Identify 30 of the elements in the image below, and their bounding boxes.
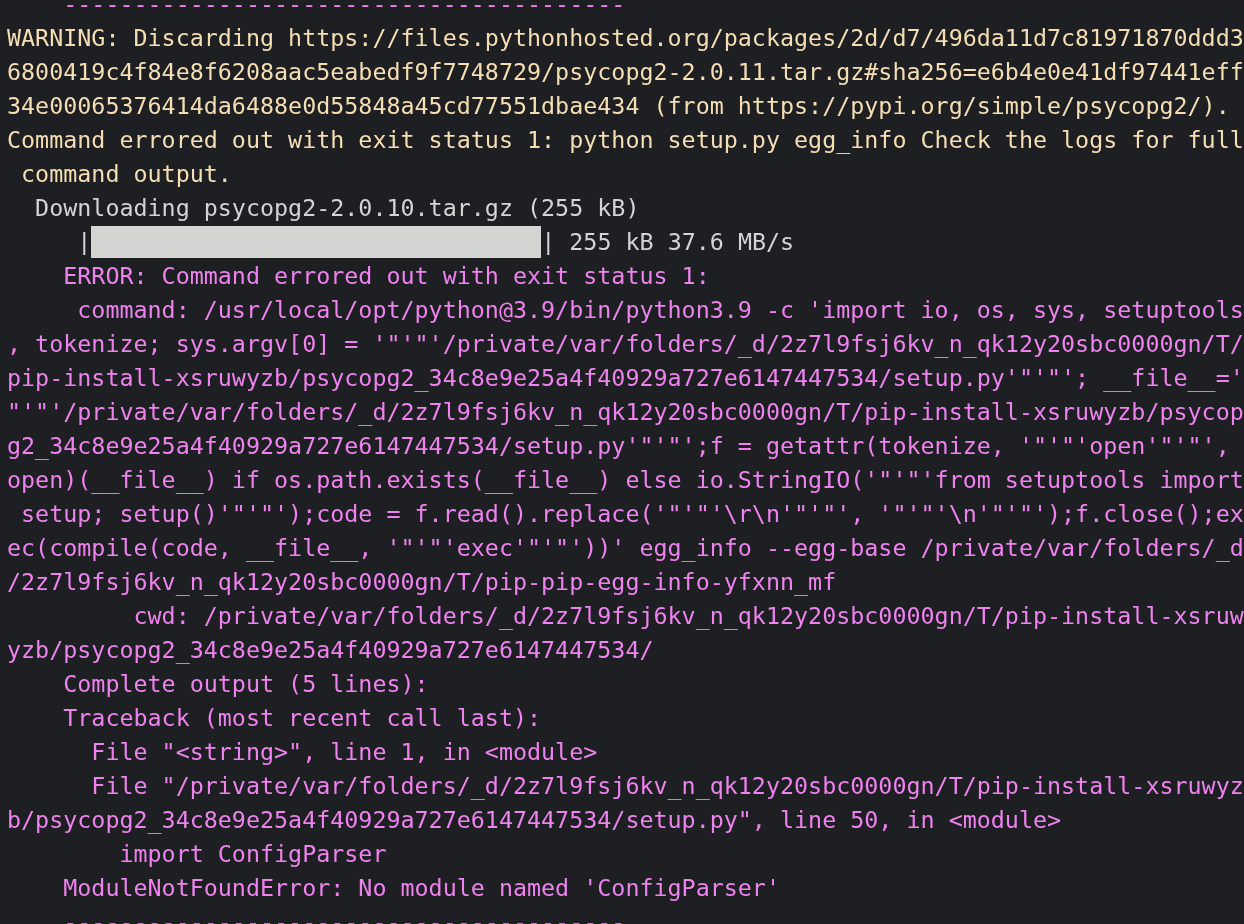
download-reading: 255 kB 37.6 MB/s <box>569 227 795 258</box>
output-line: Downloading psycopg2-2.0.10.tar.gz (255 kB) <box>34 193 640 224</box>
progress-bar-edge: | <box>541 227 556 258</box>
output-line: /2z7l9fsj6kv_n_qk12y20sbc0000gn/T/pip-pip-egg-info-yfxnn_mf <box>7 567 837 598</box>
output-line: ModuleNotFoundError: No module named 'ConfigParser' <box>62 873 780 904</box>
output-line: open)(__file__) if os.path.exists(__file__) else io.StringIO('"'"'from setuptools import <box>7 465 1244 496</box>
output-line: WARNING: Discarding https://files.pythonhosted.org/packages/2d/d7/496da11d7c81971870ddd3 <box>7 23 1244 54</box>
output-line: File "<string>", line 1, in <module> <box>90 737 598 768</box>
output-line: Complete output (5 lines): <box>62 669 429 700</box>
output-line: cwd: /private/var/folders/_d/2z7l9fsj6kv_n_qk12y20sbc0000gn/T/pip-install-xsruw <box>132 601 1244 632</box>
output-line: g2_34c8e9e25a4f40929a727e6147447534/setup.py'"'"';f = getattr(tokenize, '"'"'open'"'"', <box>7 431 1230 462</box>
output-line: File "/private/var/folders/_d/2z7l9fsj6kv_n_qk12y20sbc0000gn/T/pip-install-xsruwyz <box>90 771 1244 802</box>
output-line: , tokenize; sys.argv[0] = '"'"'/private/var/folders/_d/2z7l9fsj6kv_n_qk12y20sbc0000gn/T/ <box>7 329 1244 360</box>
output-line: yzb/psycopg2_34c8e9e25a4f40929a727e6147447534/ <box>7 635 654 666</box>
output-line: ---------------------------------------- <box>62 907 626 924</box>
output-line: Traceback (most recent call last): <box>62 703 542 734</box>
output-line: command: /usr/local/opt/python@3.9/bin/python3.9 -c 'import io, os, sys, setuptools <box>76 295 1244 326</box>
output-line: ---------------------------------------- <box>62 0 626 20</box>
output-line: pip-install-xsruwyzb/psycopg2_34c8e9e25a4f40929a727e6147447534/setup.py'"'"'; __file__=' <box>7 363 1244 394</box>
output-line: "'"'/private/var/folders/_d/2z7l9fsj6kv_n_qk12y20sbc0000gn/T/pip-install-xsruwyzb/psycop <box>7 397 1244 428</box>
output-line: command output. <box>20 159 232 190</box>
output-line: 6800419c4f84e8f6208aac5eabedf9f7748729/psycopg2-2.0.11.tar.gz#sha256=e6b4e0e41df97441eff <box>7 57 1244 88</box>
output-line: ERROR: Command errored out with exit status 1: <box>62 261 710 292</box>
output-line: import ConfigParser <box>118 839 387 870</box>
output-line: 34e00065376414da6488e0d55848a45cd77551dbae434 (from https://pypi.org/simple/psycopg2/). <box>7 91 1230 122</box>
output-line: b/psycopg2_34c8e9e25a4f40929a727e6147447534/setup.py", line 50, in <module> <box>7 805 1062 836</box>
output-line: setup; setup()'"'"');code = f.read().replace('"'"'\r\n'"'"', '"'"'\n'"'"');f.close();ex <box>20 499 1244 530</box>
progress-bar-edge: | <box>77 227 92 258</box>
output-line: ec(compile(code, __file__, '"'"'exec'"'"'))' egg_info --egg-base /private/var/folders/_d <box>7 533 1244 564</box>
output-line: Command errored out with exit status 1: python setup.py egg_info Check the logs for full <box>7 125 1244 156</box>
